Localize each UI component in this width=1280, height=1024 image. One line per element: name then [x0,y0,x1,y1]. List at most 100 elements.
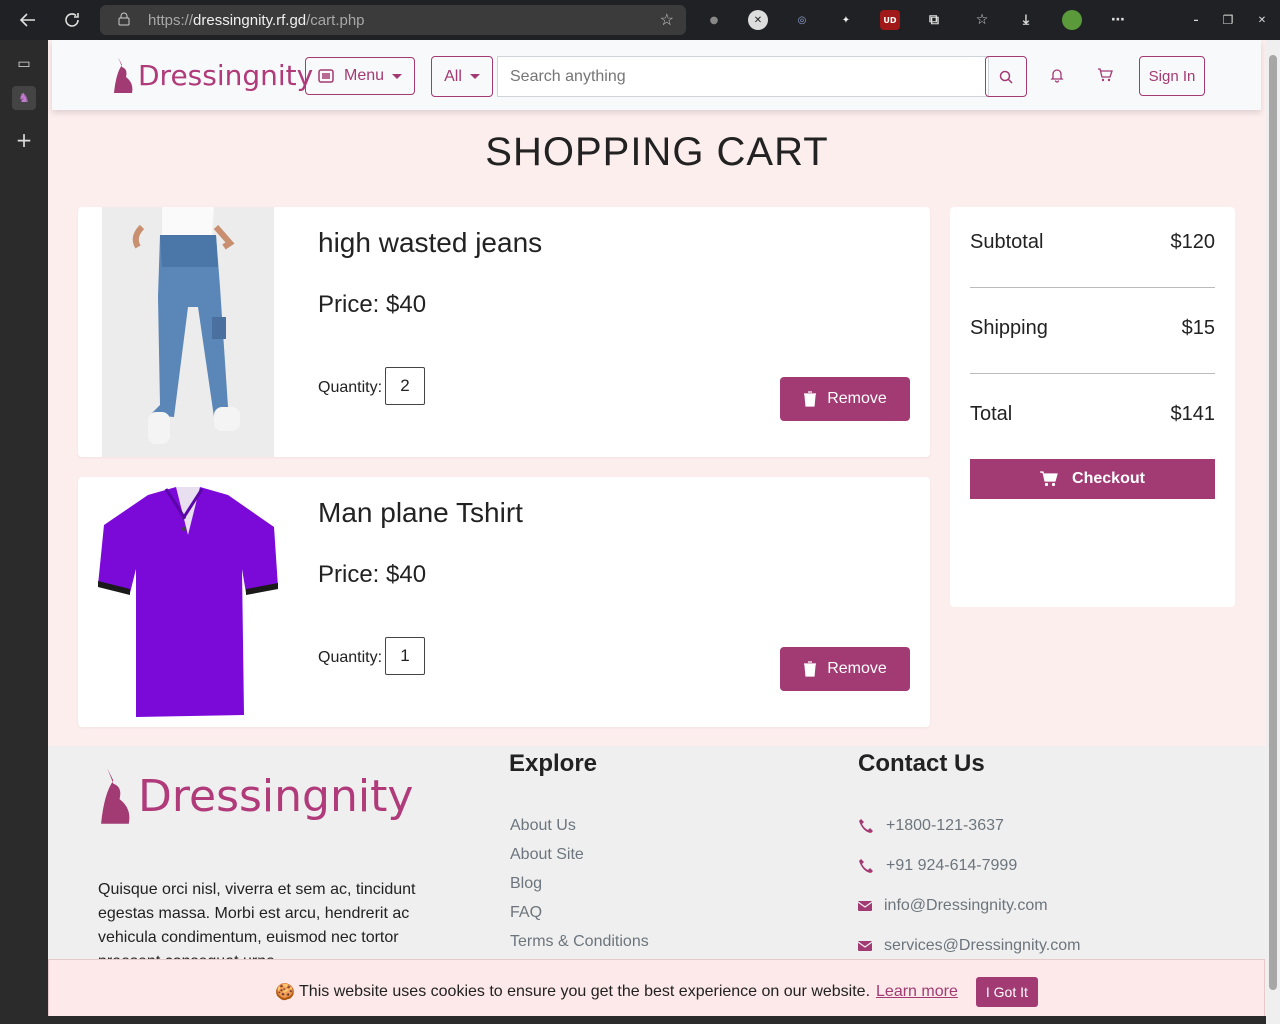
hamburger-icon [318,69,334,83]
phone-icon [859,859,873,873]
cookie-emoji-icon: 🍪 [275,983,296,1001]
contact-text: +91 924-614-7999 [886,857,1018,874]
close-icon[interactable]: ✕ [1252,10,1272,30]
site-logo[interactable]: Dressingnity [112,55,313,95]
footer-link-about-site[interactable]: About Site [510,846,584,864]
contact-email-2[interactable]: services@Dressingnity.com [858,937,1080,955]
shipping-row: Shipping $15 [970,317,1215,340]
contact-phone-1[interactable]: +1800-121-3637 [858,817,1004,835]
menu-button[interactable]: Menu [305,57,415,95]
accept-cookies-button[interactable]: I Got It [975,976,1038,1007]
taskbar-strip [48,1016,1266,1024]
search-icon [999,70,1013,84]
checkout-label: Checkout [1072,470,1145,487]
favorite-add-icon[interactable]: ☆ [660,10,674,30]
favorites-icon[interactable]: ☆ [972,10,992,30]
tabs-icon[interactable]: ▭ [12,52,36,76]
learn-more-link[interactable]: Learn more [876,983,958,1001]
product-price: Price: $40 [318,561,427,588]
cart-item: high wasted jeans Price: $40 Quantity: 2… [78,207,930,457]
quantity-label: Quantity: [318,649,383,666]
footer-link-faq[interactable]: FAQ [510,904,542,922]
cart-icon [1098,68,1113,82]
sign-in-button[interactable]: Sign In [1139,56,1205,96]
trash-icon [804,661,817,677]
remove-label: Remove [827,390,887,407]
url-path: /cart.php [306,11,365,29]
ublock-icon[interactable]: UD [880,10,900,30]
footer-logo[interactable]: Dressingnity [98,764,413,828]
remove-button[interactable]: Remove [780,377,910,421]
extension-blocked-icon[interactable]: ✕ [748,10,768,30]
product-name[interactable]: Man plane Tshirt [318,497,523,529]
cookie-message: This website uses cookies to ensure you … [299,982,871,1000]
logo-text: Dressingnity [138,58,314,92]
extension-glasses-icon[interactable]: ◎ [792,10,812,30]
more-options-icon[interactable]: ⋯ [1108,10,1128,30]
profile-avatar[interactable] [1062,10,1082,30]
explore-heading: Explore [509,750,598,777]
search-input[interactable] [497,56,989,97]
product-name[interactable]: high wasted jeans [318,227,542,259]
menu-label: Menu [343,67,385,84]
remove-label: Remove [827,660,887,677]
cart-icon [1040,471,1058,487]
browser-toolbar: https://dressingnity.rf.gd/cart.php ☆ ● … [0,0,1280,40]
subtotal-value: $120 [1170,231,1216,253]
quantity-input[interactable]: 1 [385,637,425,675]
category-label: All [444,67,462,85]
subtotal-row: Subtotal $120 [970,231,1215,254]
notifications-button[interactable] [1049,67,1067,85]
total-value: $141 [1170,403,1216,425]
site-header: Dressingnity Menu All Sign In [52,40,1261,110]
total-row: Total $141 [970,403,1215,426]
active-tab-favicon[interactable]: ♞ [12,86,36,110]
shipping-value: $15 [1181,317,1215,339]
bell-icon [1050,69,1064,83]
category-dropdown[interactable]: All [431,56,493,97]
mail-icon [858,901,872,911]
url-scheme: https:// [148,11,194,29]
back-icon[interactable] [16,8,40,32]
footer-link-about-us[interactable]: About Us [510,817,576,835]
order-summary: Subtotal $120 Shipping $15 Total $141 Ch… [950,207,1235,607]
contact-text: services@Dressingnity.com [884,937,1081,954]
downloads-icon[interactable]: ⤓ [1016,10,1036,30]
new-tab-icon[interactable]: + [12,128,36,152]
scrollbar[interactable] [1266,40,1280,1024]
quantity-input[interactable]: 2 [385,367,425,405]
caret-down-icon [469,74,480,79]
logo-mark-icon [101,768,130,824]
product-image-jeans [102,207,274,457]
page-content: Dressingnity Menu All Sign In SHOPPING C… [48,40,1266,1024]
caret-down-icon [392,73,403,79]
extensions-puzzle-icon[interactable]: ⧉ [924,10,944,30]
address-bar[interactable]: https://dressingnity.rf.gd/cart.php ☆ [100,5,686,35]
minimize-icon[interactable]: – [1186,10,1206,30]
checkout-button[interactable]: Checkout [970,459,1215,499]
remove-button[interactable]: Remove [780,647,910,691]
refresh-icon[interactable] [60,8,84,32]
scrollbar-thumb[interactable] [1269,55,1277,990]
footer-link-blog[interactable]: Blog [510,875,542,893]
page-title: SHOPPING CART [485,130,829,174]
contact-email-1[interactable]: info@Dressingnity.com [858,897,1048,915]
lock-icon [118,12,130,26]
extension-grey-icon[interactable]: ● [704,10,724,30]
cart-item: Man plane Tshirt Price: $40 Quantity: 1 … [78,477,930,727]
sign-in-label: Sign In [1148,67,1196,85]
cookie-banner: 🍪 This website uses cookies to ensure yo… [48,959,1265,1024]
contact-text: info@Dressingnity.com [884,897,1048,914]
search-button[interactable] [985,56,1027,97]
extension-dark-icon[interactable]: ✦ [836,10,856,30]
cart-button[interactable] [1097,67,1115,85]
quantity-label: Quantity: [318,379,383,396]
contact-phone-2[interactable]: +91 924-614-7999 [858,857,1017,875]
contact-heading: Contact Us [858,750,985,777]
subtotal-label: Subtotal [970,231,1044,253]
footer-link-terms[interactable]: Terms & Conditions [510,933,649,951]
product-price: Price: $40 [318,291,427,318]
divider [970,287,1215,288]
mail-icon [858,941,872,951]
maximize-icon[interactable]: ❐ [1218,10,1238,30]
